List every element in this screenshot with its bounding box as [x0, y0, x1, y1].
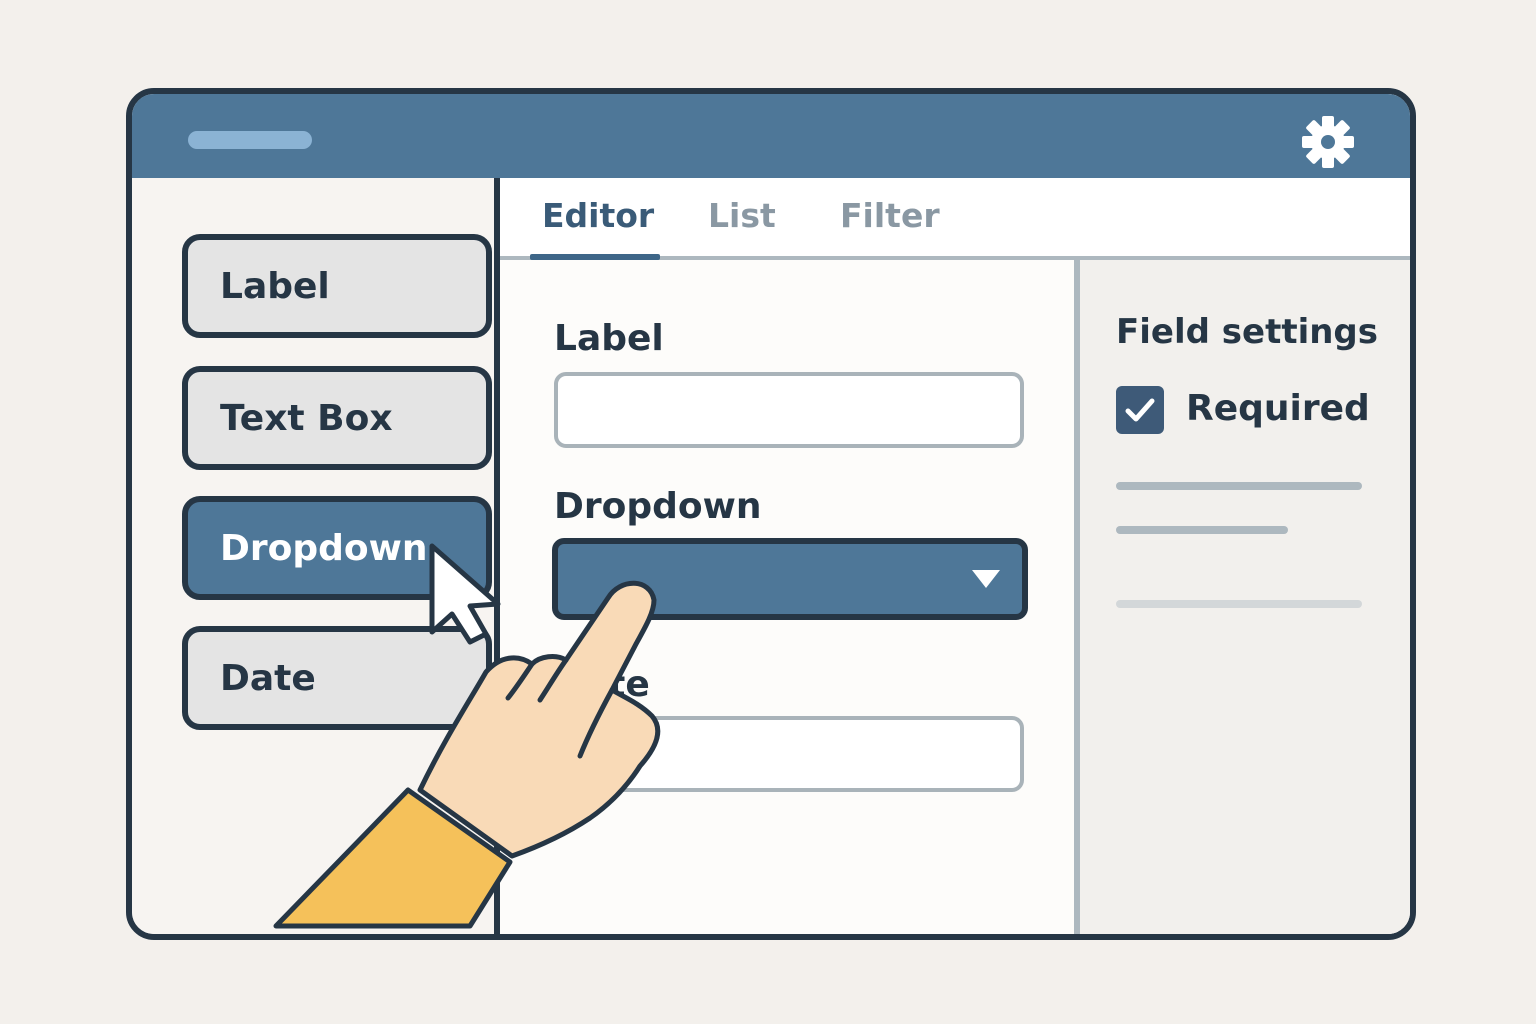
title-bar — [132, 94, 1410, 178]
field-settings-title: Field settings — [1116, 312, 1379, 352]
tab-editor[interactable]: Editor — [542, 196, 654, 235]
required-label: Required — [1186, 388, 1370, 429]
dropdown-field-label: Dropdown — [554, 486, 762, 527]
setting-placeholder-line — [1116, 600, 1362, 608]
setting-placeholder-line — [1116, 482, 1362, 490]
main-panel: Editor List Filter Label Dropdown Date F… — [500, 178, 1410, 934]
form-editor-canvas: Label Dropdown Date — [500, 260, 1074, 934]
label-field-input[interactable] — [554, 372, 1024, 448]
date-field-label: Date — [554, 664, 650, 705]
palette-item-text-box[interactable]: Text Box — [182, 366, 492, 470]
required-checkbox[interactable] — [1116, 386, 1164, 434]
label-field-label: Label — [554, 318, 664, 359]
palette-item-date-text: Date — [220, 657, 316, 699]
palette-item-dropdown[interactable]: Dropdown — [182, 496, 492, 600]
app-window: Label Text Box Dropdown Date Editor List… — [126, 88, 1416, 940]
gear-icon[interactable] — [1300, 114, 1356, 170]
checkmark-icon — [1125, 398, 1155, 422]
palette-item-label[interactable]: Label — [182, 234, 492, 338]
tab-bar: Editor List Filter — [500, 178, 1410, 260]
setting-placeholder-line — [1116, 526, 1288, 534]
component-palette: Label Text Box Dropdown Date — [132, 178, 494, 934]
palette-item-label-text: Label — [220, 265, 330, 307]
dropdown-field-select[interactable] — [552, 538, 1028, 620]
caret-down-icon — [972, 570, 1000, 588]
tab-list[interactable]: List — [708, 196, 776, 235]
tab-filter[interactable]: Filter — [840, 196, 940, 235]
palette-item-text-box-text: Text Box — [220, 397, 393, 439]
field-settings-panel: Field settings Required — [1080, 260, 1410, 934]
date-field-input[interactable] — [554, 716, 1024, 792]
title-placeholder — [188, 131, 312, 149]
palette-item-date[interactable]: Date — [182, 626, 492, 730]
palette-item-dropdown-text: Dropdown — [220, 527, 428, 569]
